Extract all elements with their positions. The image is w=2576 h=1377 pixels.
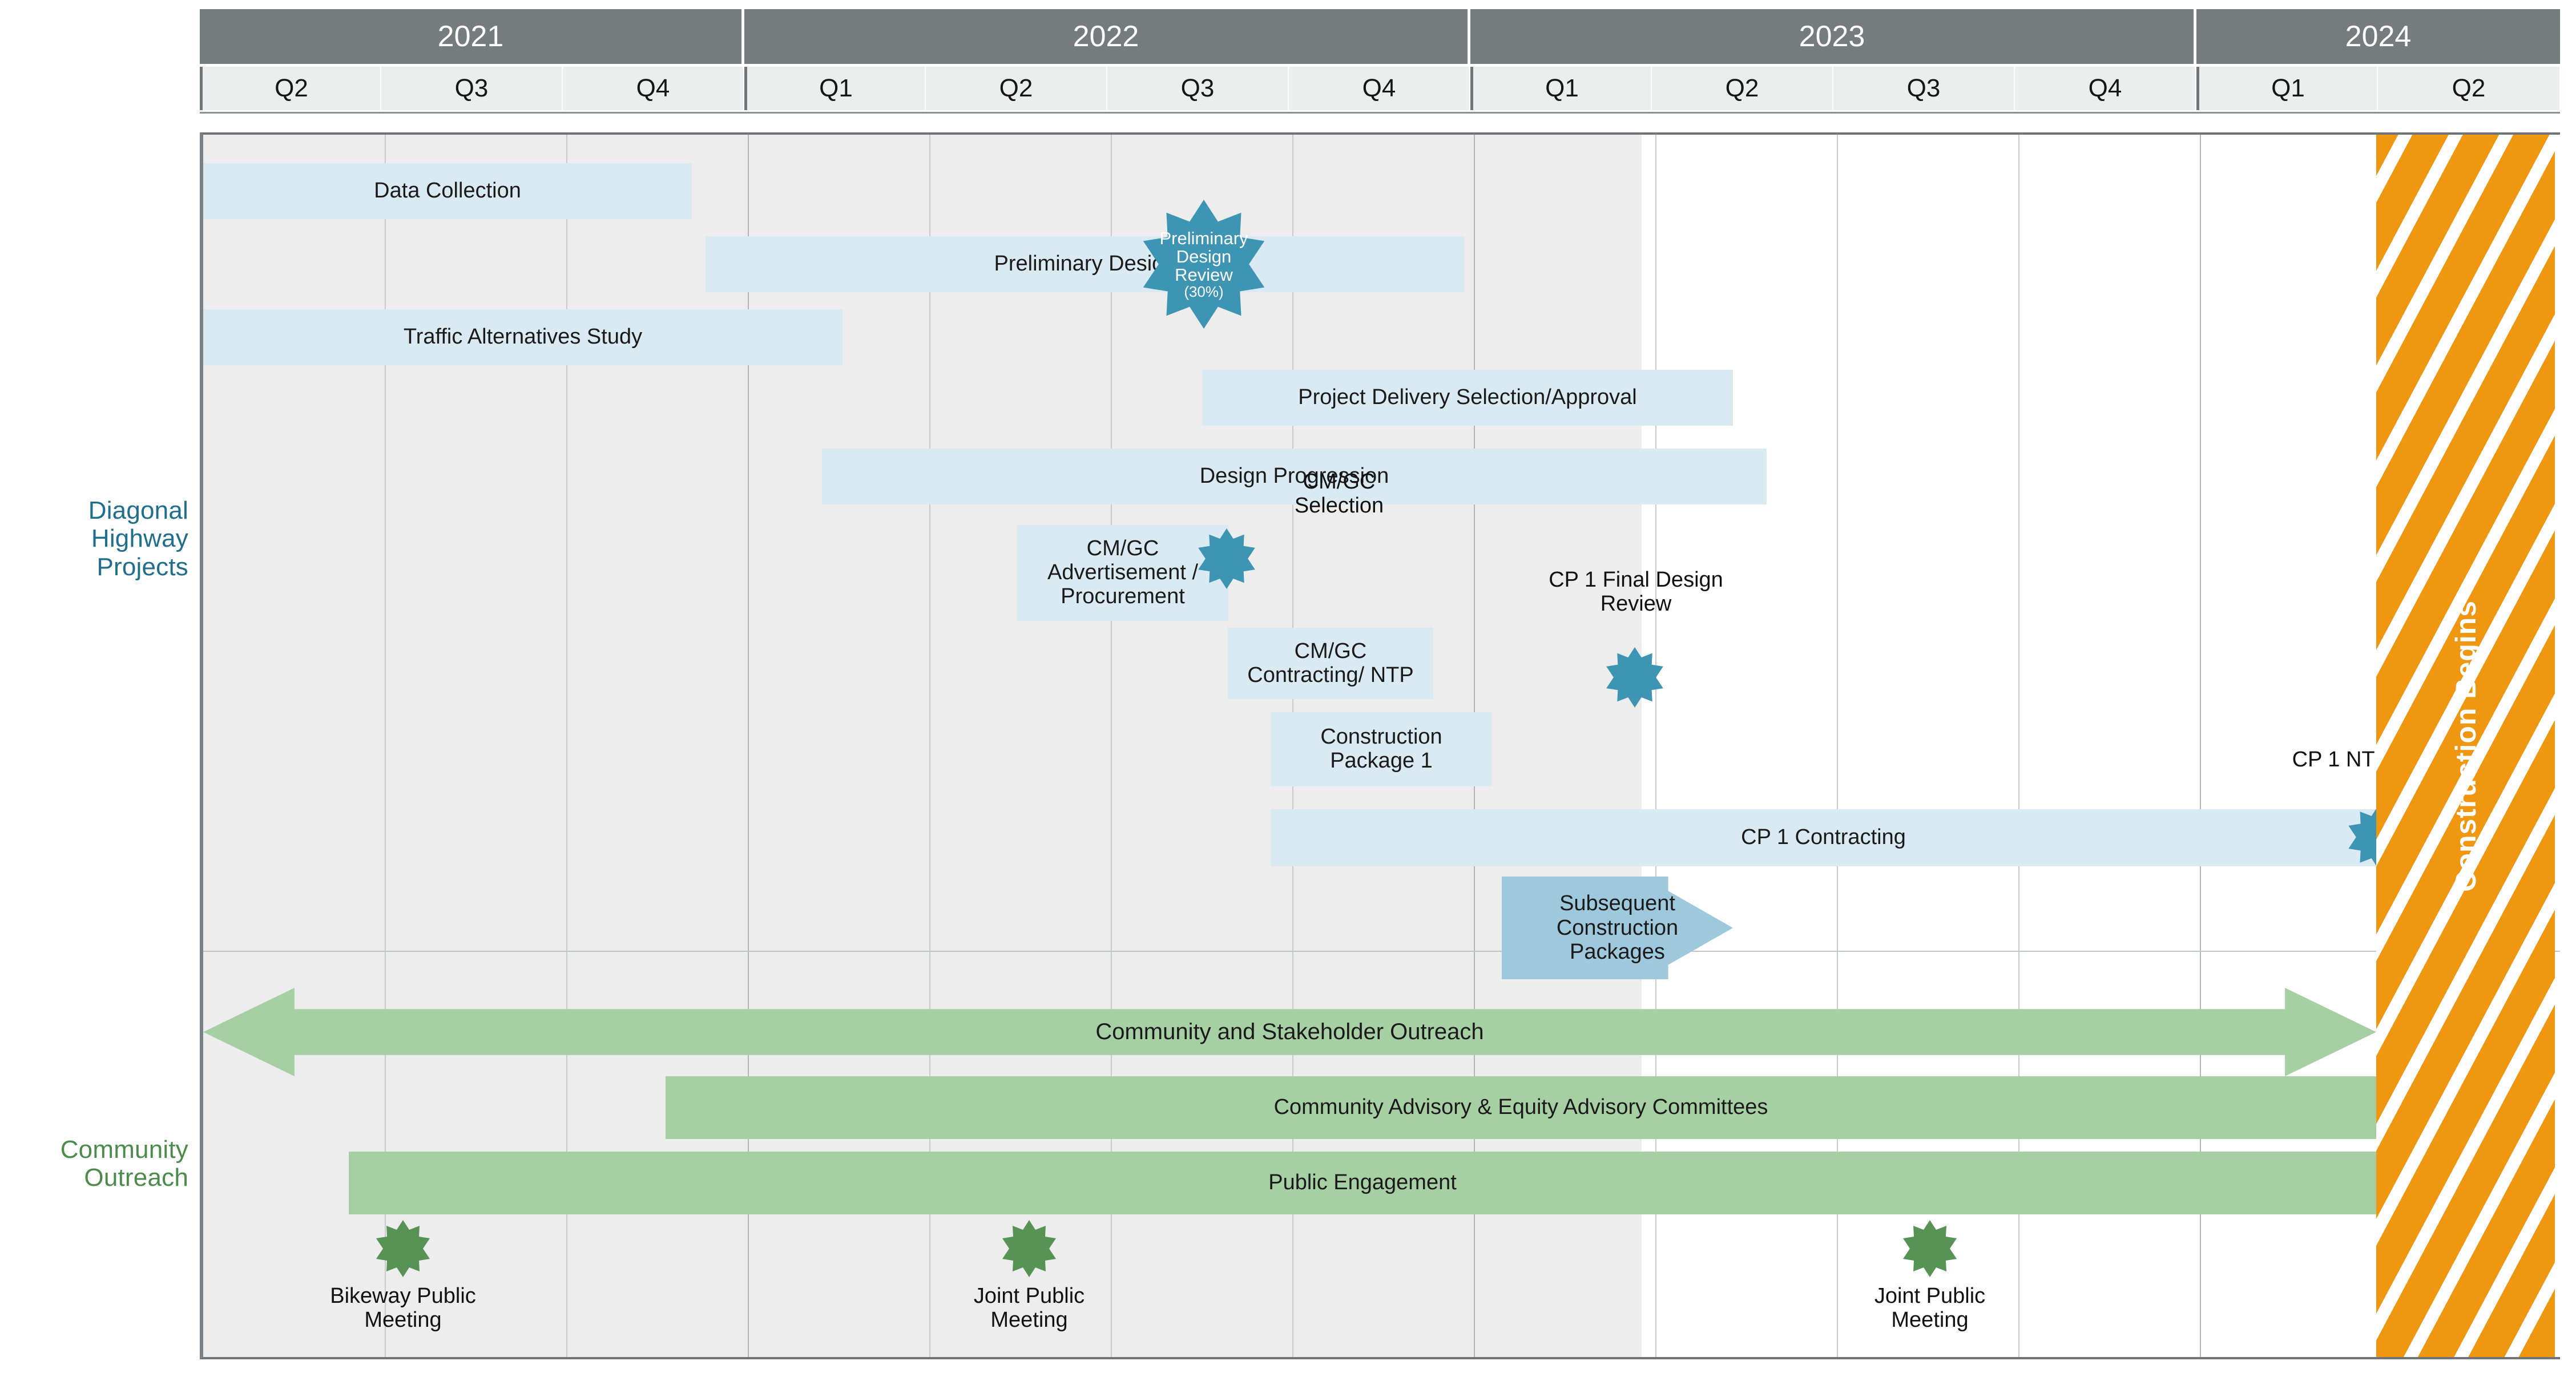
quarter-cell-2022-q3: Q3 xyxy=(1107,67,1289,110)
quarter-cell-2023-q2: Q2 xyxy=(1652,67,1833,110)
quarter-cell-2021-q2: Q2 xyxy=(200,67,381,110)
category-label-highway-line1: Diagonal xyxy=(88,496,188,524)
category-label-outreach-line2: Outreach xyxy=(84,1164,188,1192)
prelim-review-percent: (30%) xyxy=(1184,282,1224,300)
bar-traffic-alternatives-study[interactable]: Traffic Alternatives Study xyxy=(203,309,842,365)
quarter-cell-2022-q1: Q1 xyxy=(744,67,926,110)
gantt-plot-area: Data Collection Preliminary Design Traff… xyxy=(200,132,2560,1359)
category-label-outreach-line1: Community xyxy=(60,1136,188,1164)
label-cp1-final-design-review: CP 1 Final Design Review xyxy=(1549,568,1723,616)
gantt-chart-canvas: Diagonal Highway Projects Community Outr… xyxy=(0,0,2576,1377)
label-joint-public-meeting-2: Joint Public Meeting xyxy=(1874,1284,1986,1332)
bar-preliminary-design[interactable]: Preliminary Design xyxy=(706,236,1465,292)
construction-begins-label: Construction Begins xyxy=(2449,600,2482,892)
year-row: 2021 2022 2023 2024 xyxy=(200,9,2560,64)
timeline-header: 2021 2022 2023 2024 Q2 Q3 Q4 Q1 Q2 Q3 Q4… xyxy=(200,9,2560,110)
quarter-cell-2021-q3: Q3 xyxy=(381,67,563,110)
bar-cmgc-advertisement-procurement[interactable]: CM/GC Advertisement / Procurement xyxy=(1017,525,1228,621)
category-label-highway: Diagonal Highway Projects xyxy=(0,496,188,581)
prelim-review-line1: Preliminary xyxy=(1159,228,1248,248)
bar-cmgc-contracting-ntp[interactable]: CM/GC Contracting/ NTP xyxy=(1228,628,1433,699)
star-joint-public-meeting-2-icon[interactable] xyxy=(1903,1220,1957,1277)
bar-advisory-committees[interactable]: Community Advisory & Equity Advisory Com… xyxy=(666,1076,2376,1139)
quarter-cell-2023-q1: Q1 xyxy=(1470,67,1652,110)
bar-public-engagement[interactable]: Public Engagement xyxy=(349,1152,2376,1214)
bar-construction-package-1[interactable]: Construction Package 1 xyxy=(1271,712,1492,786)
quarter-cell-2022-q4: Q4 xyxy=(1289,67,1470,110)
construction-begins-band[interactable]: Construction Begins xyxy=(2376,135,2555,1357)
star-label-preliminary-design-review: Preliminary Design Review (30%) xyxy=(1139,200,1268,329)
header-underline xyxy=(200,112,2560,114)
prelim-review-line2: Design xyxy=(1176,246,1232,266)
category-label-highway-line2: Highway xyxy=(91,524,188,553)
bar-project-delivery-selection[interactable]: Project Delivery Selection/Approval xyxy=(1202,370,1733,426)
quarter-cell-2021-q4: Q4 xyxy=(563,67,744,110)
prelim-review-line3: Review xyxy=(1175,264,1233,285)
label-cp1-ntp: CP 1 NTP xyxy=(2292,748,2389,772)
quarter-cell-2022-q2: Q2 xyxy=(926,67,1107,110)
category-label-highway-line3: Projects xyxy=(96,552,188,581)
quarter-cell-2024-q1: Q1 xyxy=(2196,67,2378,110)
bar-cp1-contracting[interactable]: CP 1 Contracting xyxy=(1271,809,2376,866)
quarter-row: Q2 Q3 Q4 Q1 Q2 Q3 Q4 Q1 Q2 Q3 Q4 Q1 Q2 xyxy=(200,67,2560,110)
year-cell-2024: 2024 xyxy=(2196,9,2560,64)
quarter-cell-2023-q3: Q3 xyxy=(1833,67,2015,110)
year-cell-2023: 2023 xyxy=(1470,9,2196,64)
year-cell-2021: 2021 xyxy=(200,9,744,64)
quarter-cell-2024-q2: Q2 xyxy=(2378,67,2559,110)
label-joint-public-meeting-1: Joint Public Meeting xyxy=(973,1284,1085,1332)
category-label-outreach: Community Outreach xyxy=(0,1136,188,1192)
bar-data-collection[interactable]: Data Collection xyxy=(203,163,692,219)
year-cell-2022: 2022 xyxy=(744,9,1470,64)
label-cmgc-selection: CM/GC Selection xyxy=(1294,470,1384,518)
bar-subsequent-construction-packages[interactable]: Subsequent Construction Packages xyxy=(1502,877,1733,979)
swimlane-divider xyxy=(203,951,2560,952)
quarter-cell-2023-q4: Q4 xyxy=(2015,67,2196,110)
label-bikeway-public-meeting: Bikeway Public Meeting xyxy=(330,1284,476,1332)
